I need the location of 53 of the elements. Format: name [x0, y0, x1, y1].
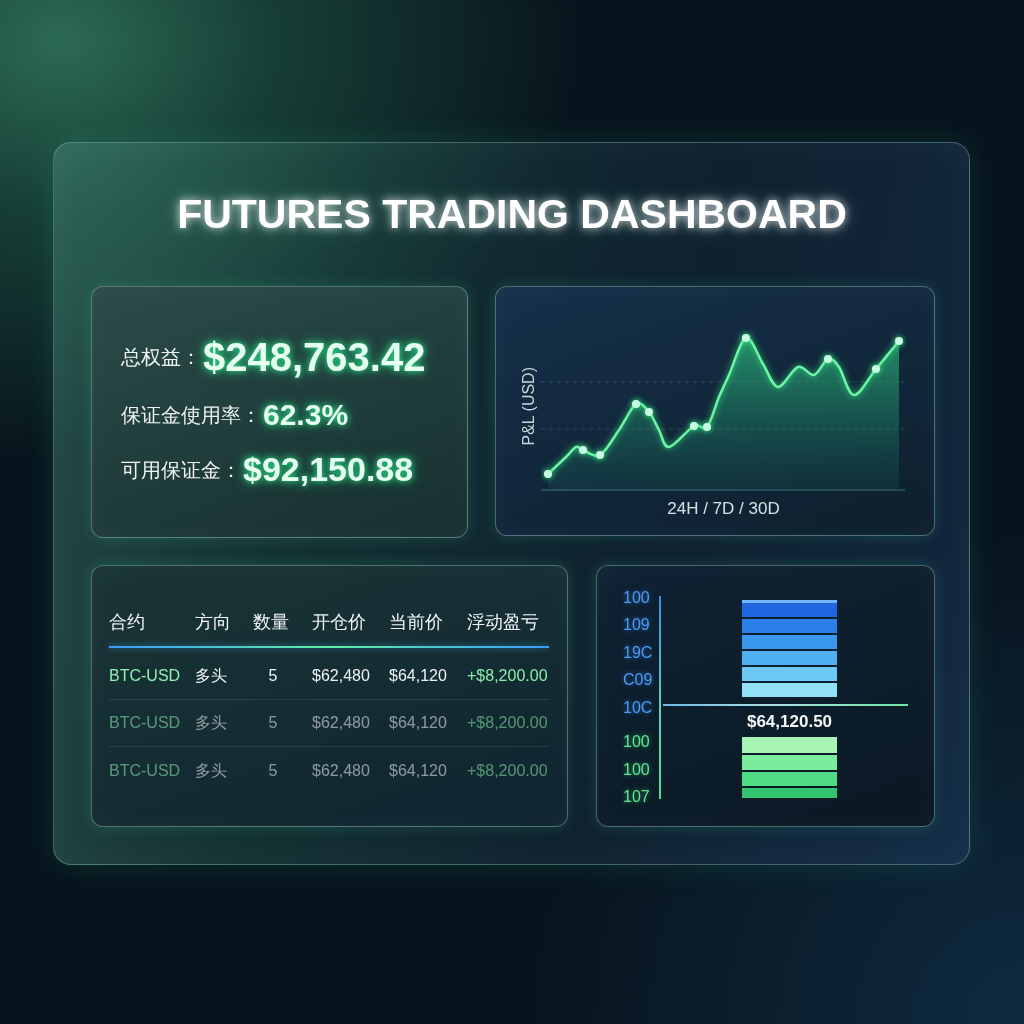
metric-value: 62.3% — [263, 397, 349, 433]
price-tick-label: C09 — [623, 670, 653, 691]
table-cell: +$8,200.00 — [467, 665, 548, 685]
x-axis-title: 24H / 7D / 30D — [667, 498, 780, 518]
table-cell: $62,480 — [312, 713, 370, 733]
metric-label: 保证金使用率： — [121, 403, 261, 428]
price-tick-label: 100 — [623, 759, 650, 780]
table-cell: $64,120 — [389, 713, 447, 733]
table-cell: $64,120 — [389, 665, 447, 685]
table-cell: 多头 — [195, 665, 227, 685]
price-tick-label: 107 — [623, 787, 650, 808]
table-cell: $64,120 — [389, 760, 447, 780]
table-cell-text: 5 — [267, 760, 279, 780]
table-cell: 多头 — [195, 760, 227, 780]
metric-value: $248,763.42 — [203, 333, 426, 380]
mid-price-label: $64,120.50 — [746, 711, 833, 732]
price-tick-label: 100 — [623, 587, 650, 608]
dashboard-title: FUTURES TRADING DASHBOARD — [177, 193, 847, 235]
price-tick-label: 109 — [623, 615, 650, 636]
data-point — [703, 422, 711, 431]
table-cell: BTC-USD — [109, 665, 181, 685]
column-header: 浮动盈亏 — [467, 612, 539, 634]
data-point — [632, 399, 640, 408]
column-header: 方向 — [195, 612, 231, 634]
table-cell-text: 5 — [267, 665, 279, 685]
column-header: 当前价 — [389, 612, 443, 634]
metric-label: 总权益： — [121, 344, 201, 369]
column-header: 合约 — [109, 612, 145, 634]
price-tick-label: 10C — [623, 697, 653, 718]
data-point — [544, 469, 552, 478]
data-point — [872, 364, 880, 373]
table-cell: BTC-USD — [109, 713, 181, 733]
table-cell: 多头 — [195, 713, 227, 733]
table-cell: $62,480 — [312, 665, 370, 685]
data-point — [645, 407, 653, 416]
column-header: 数量 — [253, 612, 290, 634]
data-point — [690, 421, 698, 430]
table-cell: +$8,200.00 — [467, 760, 548, 780]
price-tick-label: 19C — [623, 642, 653, 663]
price-tick-label: 100 — [623, 732, 650, 753]
column-header: 开仓价 — [312, 612, 366, 634]
table-cell: BTC-USD — [109, 760, 181, 780]
table-cell-text: 5 — [267, 713, 279, 733]
data-point — [895, 336, 903, 345]
metric-label: 可用保证金： — [121, 457, 241, 482]
data-point — [579, 445, 587, 454]
table-cell: +$8,200.00 — [467, 713, 548, 733]
y-axis-title: P&L (USD) — [521, 366, 537, 446]
metric-value: $92,150.88 — [243, 450, 414, 490]
data-point — [742, 333, 750, 342]
data-point — [596, 450, 604, 459]
data-point — [824, 354, 832, 363]
table-cell: $62,480 — [312, 760, 370, 780]
